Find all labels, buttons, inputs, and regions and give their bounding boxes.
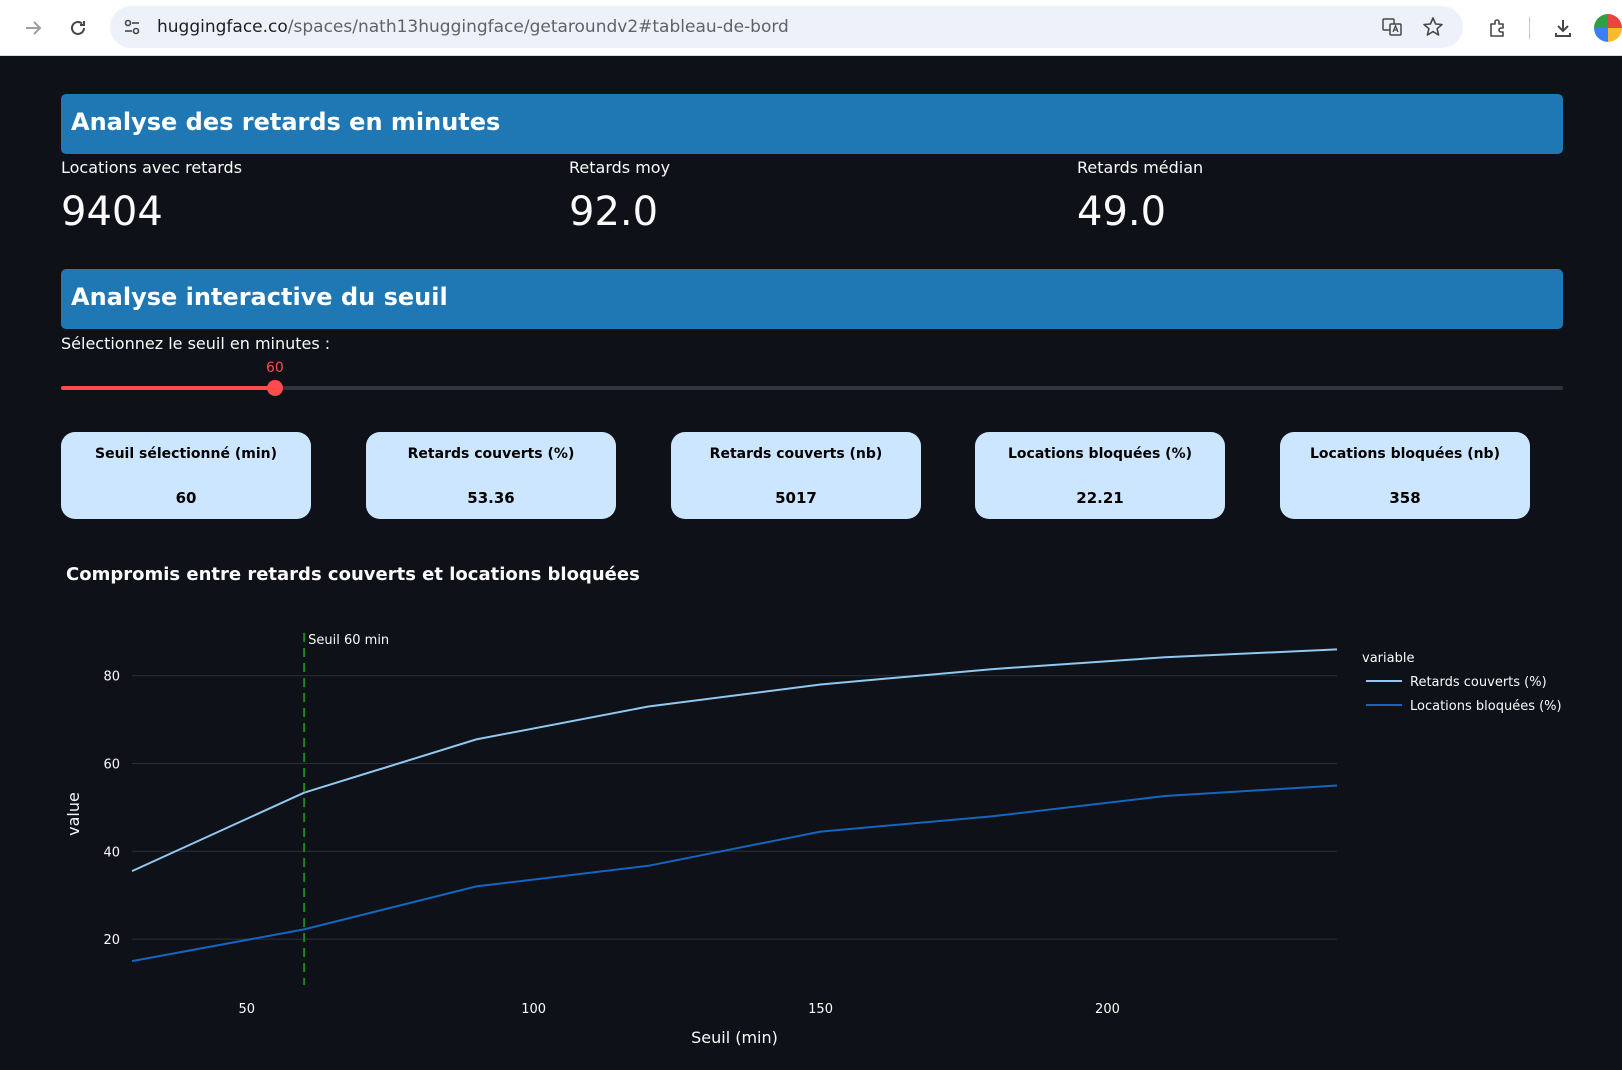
slider-thumb[interactable] bbox=[266, 380, 283, 396]
kpi-card-bloquees-pct: Locations bloquées (%) 22.21 bbox=[975, 432, 1225, 519]
threshold-slider[interactable] bbox=[61, 380, 1563, 396]
kpi-title: Retards couverts (%) bbox=[407, 446, 575, 462]
kpi-value: 60 bbox=[175, 489, 197, 507]
metric-locations-retards: Locations avec retards 9404 bbox=[61, 158, 242, 235]
y-tick-label: 40 bbox=[103, 845, 120, 860]
y-tick-label: 60 bbox=[103, 758, 120, 773]
metric-retards-moy: Retards moy 92.0 bbox=[569, 158, 670, 235]
browser-toolbar: huggingface.co/spaces/nath13huggingface/… bbox=[0, 0, 1622, 56]
kpi-title: Seuil sélectionné (min) bbox=[95, 446, 277, 462]
section-title: Analyse des retards en minutes bbox=[71, 108, 501, 136]
x-axis-title: Seuil (min) bbox=[691, 1028, 778, 1047]
section-header-seuil: Analyse interactive du seuil bbox=[61, 269, 1563, 329]
chart-title: Compromis entre retards couverts et loca… bbox=[66, 564, 640, 585]
profile-avatar[interactable] bbox=[1594, 14, 1622, 42]
x-tick-label: 50 bbox=[238, 1002, 255, 1017]
y-tick-label: 20 bbox=[103, 933, 120, 948]
section-header-retards: Analyse des retards en minutes bbox=[61, 94, 1563, 154]
site-settings-icon[interactable] bbox=[120, 15, 144, 39]
reload-icon[interactable] bbox=[62, 12, 94, 44]
metric-value: 49.0 bbox=[1077, 189, 1167, 235]
y-axis-title: value bbox=[64, 792, 83, 836]
kpi-title: Locations bloquées (%) bbox=[1007, 446, 1193, 462]
kpi-value: 22.21 bbox=[1076, 489, 1124, 507]
legend-label-0: Retards couverts (%) bbox=[1410, 675, 1547, 690]
bookmark-star-icon[interactable] bbox=[1421, 15, 1445, 39]
toolbar-separator bbox=[1529, 17, 1530, 39]
slider-label: Sélectionnez le seuil en minutes : bbox=[61, 334, 331, 353]
kpi-value: 5017 bbox=[775, 489, 817, 507]
metric-value: 9404 bbox=[61, 189, 163, 235]
url-host: huggingface.co bbox=[157, 17, 288, 37]
extensions-icon[interactable] bbox=[1482, 12, 1514, 44]
legend-title: variable bbox=[1362, 651, 1414, 666]
kpi-title: Locations bloquées (nb) bbox=[1310, 446, 1500, 462]
kpi-card-retards-nb: Retards couverts (nb) 5017 bbox=[671, 432, 921, 519]
address-bar[interactable]: huggingface.co/spaces/nath13huggingface/… bbox=[110, 6, 1463, 48]
tradeoff-line-chart[interactable]: 20 40 60 80 50 100 150 200 Seuil (min) value Seuil… bbox=[0, 600, 1622, 1070]
forward-icon[interactable] bbox=[17, 12, 49, 44]
x-tick-label: 100 bbox=[521, 1002, 546, 1017]
series-line-1 bbox=[131, 784, 1338, 963]
kpi-card-retards-pct: Retards couverts (%) 53.36 bbox=[366, 432, 616, 519]
kpi-value: 358 bbox=[1389, 489, 1421, 507]
kpi-value: 53.36 bbox=[467, 489, 515, 507]
slider-fill bbox=[61, 386, 275, 390]
metric-label: Retards médian bbox=[1077, 158, 1204, 177]
slider-value: 60 bbox=[265, 360, 284, 376]
url-path: /spaces/nath13huggingface/getaroundv2#ta… bbox=[287, 17, 789, 37]
metric-value: 92.0 bbox=[569, 189, 659, 235]
y-tick-label: 80 bbox=[103, 670, 120, 685]
metric-retards-median: Retards médian 49.0 bbox=[1077, 158, 1203, 235]
translate-icon[interactable] bbox=[1380, 15, 1404, 39]
metric-label: Retards moy bbox=[569, 158, 671, 177]
section-title: Analyse interactive du seuil bbox=[71, 283, 448, 311]
metric-label: Locations avec retards bbox=[61, 158, 243, 177]
x-tick-label: 200 bbox=[1095, 1002, 1120, 1017]
legend-label-1: Locations bloquées (%) bbox=[1410, 699, 1562, 714]
kpi-title: Retards couverts (nb) bbox=[709, 446, 883, 462]
kpi-card-bloquees-nb: Locations bloquées (nb) 358 bbox=[1280, 432, 1530, 519]
threshold-annotation: Seuil 60 min bbox=[308, 633, 389, 648]
x-tick-label: 150 bbox=[808, 1002, 833, 1017]
url-text[interactable]: huggingface.co/spaces/nath13huggingface/… bbox=[157, 17, 789, 37]
kpi-card-seuil: Seuil sélectionné (min) 60 bbox=[61, 432, 311, 519]
download-icon[interactable] bbox=[1547, 12, 1579, 44]
series-line-0 bbox=[131, 648, 1338, 873]
